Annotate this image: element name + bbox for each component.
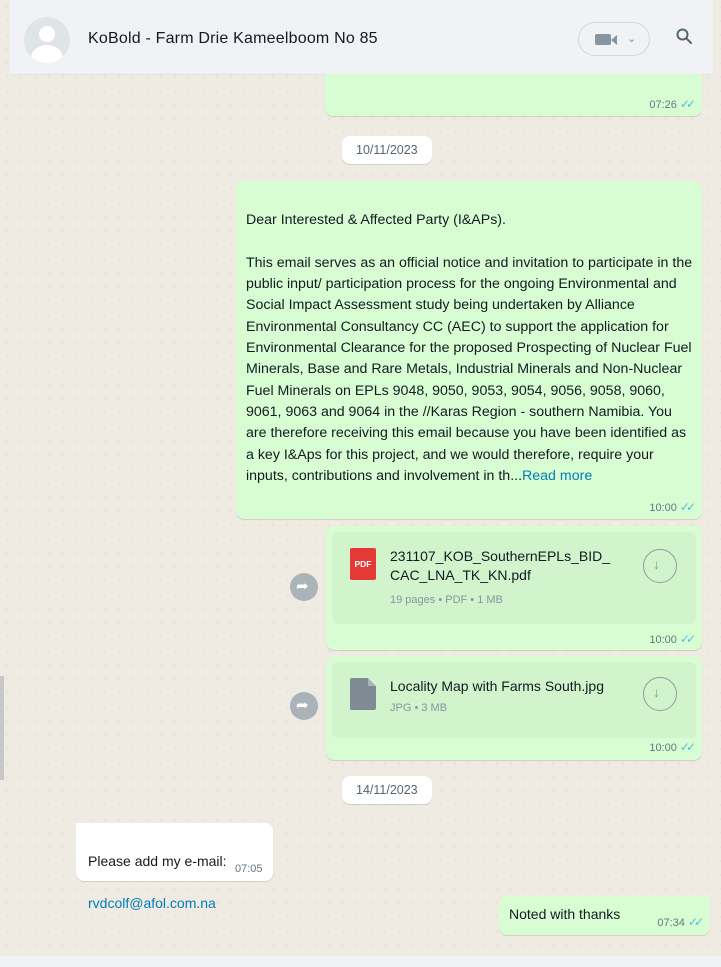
message-text: Please add my e-mail:: [88, 853, 227, 869]
message-meta: 07:34 ✓✓: [657, 915, 704, 929]
forward-arrow-icon: ➦: [296, 578, 309, 595]
read-ticks-icon: ✓✓: [687, 915, 704, 929]
document-name-line: CAC_LNA_TK_KN.pdf: [390, 567, 531, 583]
chat-title[interactable]: KoBold - Farm Drie Kameelboom No 85: [88, 30, 378, 48]
chevron-down-icon: ⌄: [627, 33, 637, 45]
avatar-body: [31, 45, 63, 63]
image-file-icon: [350, 678, 376, 710]
document-name-line: 231107_KOB_SouthernEPLs_BID_: [390, 548, 611, 564]
read-ticks-icon: ✓✓: [679, 740, 696, 754]
document-name: Locality Map with Farms South.jpg: [390, 678, 604, 694]
video-call-button[interactable]: ⌄: [578, 22, 650, 56]
avatar-head: [39, 26, 55, 42]
message-time: 07:34: [657, 917, 685, 929]
message-text: Noted with thanks: [509, 906, 621, 922]
document-name: 231107_KOB_SouthernEPLs_BID_ CAC_LNA_TK_…: [390, 547, 610, 585]
document-message-pdf[interactable]: PDF 231107_KOB_SouthernEPLs_BID_ CAC_LNA…: [326, 526, 702, 650]
video-camera-icon: [595, 34, 611, 45]
message-time: 10:00: [649, 502, 677, 514]
message-meta: 10:00 ✓✓: [649, 632, 696, 646]
search-icon[interactable]: [676, 28, 692, 44]
read-ticks-icon: ✓✓: [679, 500, 696, 514]
message-meta: 10:00 ✓✓: [649, 740, 696, 754]
download-arrow-icon: ↓: [653, 684, 660, 700]
message-meta: 07:26 ✓✓: [649, 97, 696, 111]
email-link[interactable]: rvdcolf@afol.com.na: [88, 895, 216, 911]
read-more-link[interactable]: Read more: [522, 468, 592, 484]
download-button[interactable]: ↓: [643, 549, 677, 583]
message-time: 07:26: [649, 99, 677, 111]
document-card[interactable]: PDF 231107_KOB_SouthernEPLs_BID_ CAC_LNA…: [332, 532, 696, 624]
date-separator: 14/11/2023: [342, 776, 432, 804]
download-arrow-icon: ↓: [653, 556, 660, 572]
chat-header: KoBold - Farm Drie Kameelboom No 85 ⌄: [10, 0, 713, 75]
document-info: JPG • 3 MB: [390, 702, 448, 714]
message-bubble-partial[interactable]: 07:26 ✓✓: [325, 74, 702, 116]
pdf-file-icon: PDF: [350, 548, 376, 580]
avatar[interactable]: [24, 17, 70, 63]
forward-button[interactable]: ➦: [290, 573, 318, 601]
message-bubble-reply[interactable]: Noted with thanks 07:34 ✓✓: [499, 896, 710, 935]
message-time: 10:00: [649, 742, 677, 754]
message-time: 10:00: [649, 634, 677, 646]
window-edge: [0, 676, 4, 780]
composer-bar-edge: [0, 956, 721, 967]
message-time: 07:05: [235, 863, 263, 875]
read-ticks-icon: ✓✓: [679, 632, 696, 646]
video-camera-lens: [611, 35, 617, 45]
message-bubble-notice[interactable]: Dear Interested & Affected Party (I&APs)…: [236, 181, 702, 519]
read-ticks-icon: ✓✓: [679, 97, 696, 111]
message-text: Dear Interested & Affected Party (I&APs)…: [246, 212, 693, 484]
message-meta: 10:00 ✓✓: [649, 500, 696, 514]
forward-arrow-icon: ➦: [296, 697, 309, 714]
message-bubble-incoming[interactable]: Please add my e-mail: rvdcolf@afol.com.n…: [76, 823, 273, 911]
forward-button[interactable]: ➦: [290, 692, 318, 720]
download-button[interactable]: ↓: [643, 677, 677, 711]
date-separator: 10/11/2023: [342, 136, 432, 164]
document-message-jpg[interactable]: Locality Map with Farms South.jpg JPG • …: [326, 656, 702, 760]
document-info: 19 pages • PDF • 1 MB: [390, 594, 503, 606]
document-card[interactable]: Locality Map with Farms South.jpg JPG • …: [332, 662, 696, 738]
